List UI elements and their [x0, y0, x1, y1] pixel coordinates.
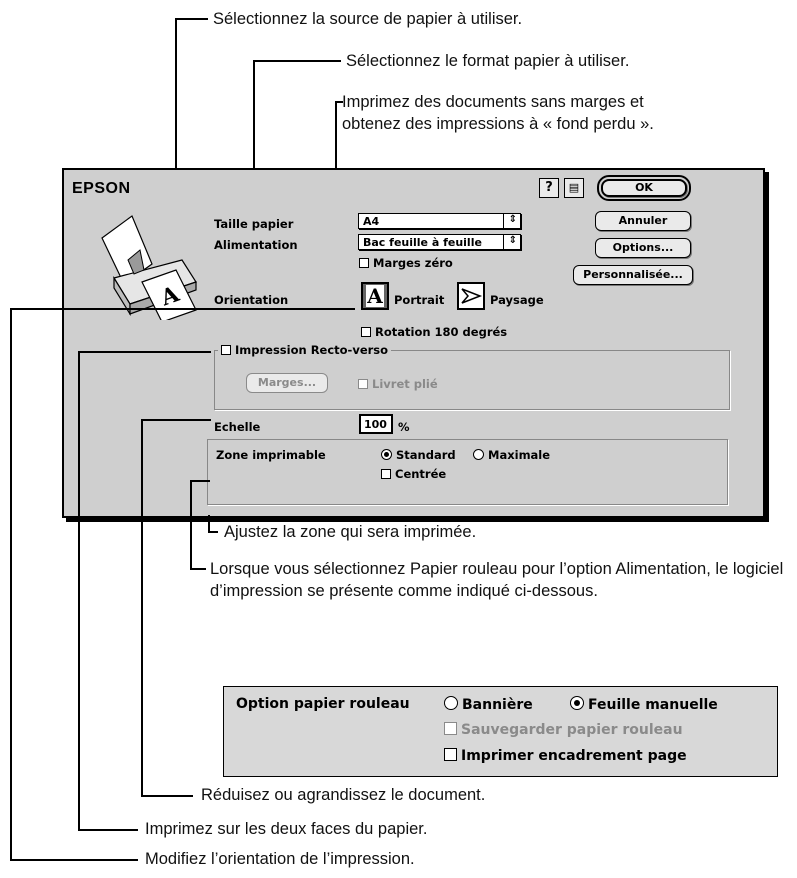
leader-line [78, 351, 80, 831]
checkbox-icon [361, 327, 371, 337]
rotate-180-label: Rotation 180 degrés [375, 325, 508, 339]
leader-line [141, 795, 193, 797]
orientation-label: Orientation [214, 293, 289, 307]
paper-size-value: A4 [363, 215, 380, 228]
checkbox-icon [359, 258, 369, 268]
paper-size-label: Taille papier [214, 217, 294, 231]
annotation-borderless-line1: Imprimez des documents sans marges et [342, 93, 644, 111]
borderless-checkbox[interactable]: Marges zéro [359, 256, 453, 270]
annotation-paper-size: Sélectionnez le format papier à utiliser… [346, 52, 630, 70]
leader-line [78, 829, 138, 831]
checkbox-icon [444, 722, 457, 735]
printable-area-label: Zone imprimable [216, 448, 326, 462]
annotation-orientation: Modifiez l’orientation de l’impression. [145, 850, 415, 868]
borderless-label: Marges zéro [373, 256, 453, 270]
printer-illustration-icon: A [84, 200, 204, 324]
annotation-roll-paper-note: Lorsque vous sélectionnez Papier rouleau… [210, 560, 784, 600]
printer-info-icon: ▤ [568, 181, 580, 194]
standard-radio[interactable]: Standard [381, 448, 456, 462]
options-button[interactable]: Options... [595, 238, 691, 258]
leader-line [253, 60, 341, 62]
annotation-scale: Réduisez ou agrandissez le document. [201, 786, 486, 804]
paper-size-select[interactable]: A4 ⇕ [358, 213, 521, 229]
help-button[interactable]: ? [539, 178, 559, 198]
rotate-180-checkbox[interactable]: Rotation 180 degrés [361, 325, 507, 339]
annotation-paper-source: Sélectionnez la source de papier à utili… [213, 10, 523, 28]
checkbox-icon [444, 748, 457, 761]
duplex-checkbox[interactable]: Impression Recto-verso [218, 343, 392, 357]
annotation-printable-area: Ajustez la zone qui sera imprimée. [224, 523, 477, 541]
leader-line [190, 480, 192, 570]
maximum-radio[interactable]: Maximale [473, 448, 550, 462]
leader-line [190, 568, 206, 570]
leader-line [175, 18, 208, 20]
print-frame-checkbox[interactable]: Imprimer encadrement page [444, 748, 687, 764]
leader-line [190, 480, 210, 482]
leader-line [78, 351, 211, 353]
booklet-label: Livret plié [372, 377, 438, 391]
booklet-checkbox[interactable]: Livret plié [358, 377, 438, 391]
landscape-option[interactable] [457, 282, 485, 310]
custom-button[interactable]: Personnalisée... [573, 265, 693, 285]
roll-paper-label: Option papier rouleau [236, 696, 410, 712]
landscape-icon [457, 282, 485, 310]
standard-label: Standard [396, 448, 456, 462]
question-mark-icon: ? [545, 180, 553, 195]
banner-label: Bannière [462, 697, 533, 713]
leader-line [10, 859, 138, 861]
leader-line [141, 419, 211, 421]
cancel-button[interactable]: Annuler [595, 211, 691, 231]
leader-line [10, 308, 12, 860]
margins-button[interactable]: Marges... [246, 373, 328, 393]
duplex-label: Impression Recto-verso [235, 343, 389, 357]
cut-sheet-label: Feuille manuelle [588, 697, 718, 713]
leader-line [208, 531, 218, 533]
save-roll-paper-label: Sauvegarder papier rouleau [461, 722, 683, 738]
print-frame-label: Imprimer encadrement page [461, 748, 687, 764]
leader-line [141, 419, 143, 797]
maximum-label: Maximale [488, 448, 551, 462]
centered-label: Centrée [395, 467, 447, 481]
landscape-label: Paysage [490, 293, 544, 307]
scale-label: Echelle [214, 420, 261, 434]
portrait-label: Portrait [394, 293, 445, 307]
roll-paper-panel: Option papier rouleau Bannière Feuille m… [223, 686, 778, 777]
radio-icon [473, 449, 484, 460]
ok-button[interactable]: OK [597, 175, 691, 201]
updown-arrows-icon: ⇕ [508, 235, 517, 246]
checkbox-icon [381, 469, 391, 479]
banner-radio[interactable]: Bannière [444, 696, 533, 713]
portrait-icon: A [361, 282, 389, 310]
radio-icon [570, 696, 584, 710]
cut-sheet-radio[interactable]: Feuille manuelle [570, 696, 718, 713]
paper-source-value: Bac feuille à feuille [363, 236, 482, 249]
paper-source-select[interactable]: Bac feuille à feuille ⇕ [358, 234, 521, 250]
leader-line [10, 308, 355, 310]
scale-input[interactable]: 100 [359, 414, 393, 434]
portrait-option[interactable]: A [361, 282, 389, 310]
page-setup-dialog: EPSON A Taille papier A4 ⇕ Alimentation … [62, 168, 765, 518]
updown-arrows-icon: ⇕ [508, 214, 517, 225]
paper-source-label: Alimentation [214, 238, 298, 252]
checkbox-icon [358, 379, 368, 389]
radio-icon [381, 449, 392, 460]
centered-checkbox[interactable]: Centrée [381, 467, 446, 481]
info-button[interactable]: ▤ [564, 178, 584, 198]
radio-icon [444, 696, 458, 710]
annotation-duplex: Imprimez sur les deux faces du papier. [145, 820, 428, 838]
save-roll-paper-checkbox[interactable]: Sauvegarder papier rouleau [444, 722, 683, 738]
scale-value: 100 [364, 418, 387, 431]
annotation-borderless-line2: obtenez des impressions à « fond perdu »… [342, 115, 654, 133]
checkbox-icon [221, 345, 231, 355]
epson-logo: EPSON [72, 180, 131, 197]
scale-unit: % [398, 420, 410, 434]
